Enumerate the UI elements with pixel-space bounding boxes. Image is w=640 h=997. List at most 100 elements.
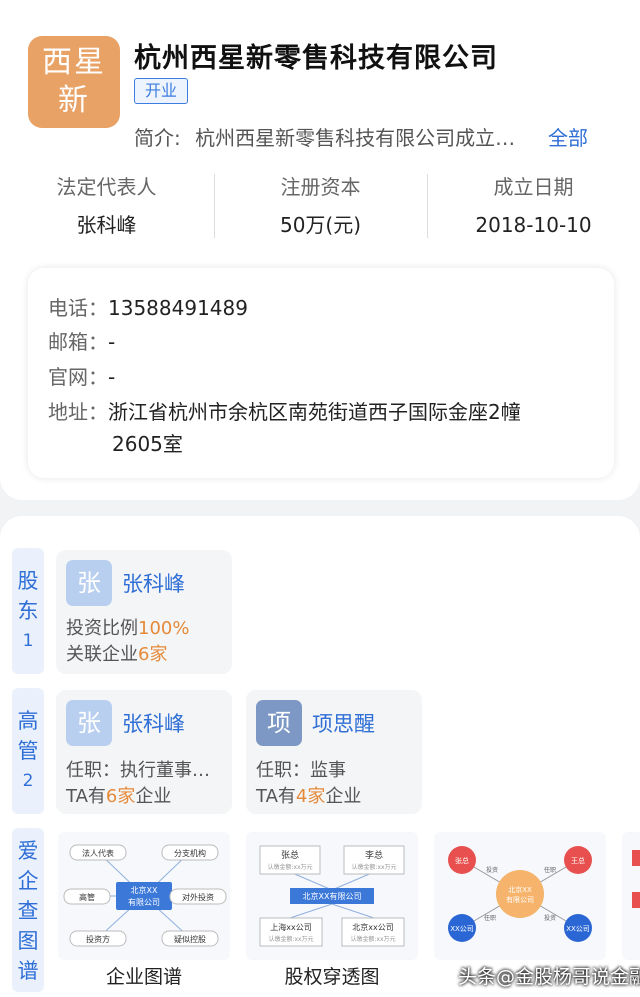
logo-line-1: 西星 xyxy=(42,45,106,80)
equity-node-label: 张总 xyxy=(281,849,299,861)
relation-edge-label: 投资 xyxy=(544,914,556,922)
related-count: 6家 xyxy=(138,644,168,665)
legal-rep-label: 法定代表人 xyxy=(56,175,157,199)
email-row: 邮箱：- xyxy=(48,326,115,355)
tab-shareholders-char-2: 东 xyxy=(17,599,39,623)
relation-graph-thumbnail[interactable]: 北京XX 有限公司 张总 王总 XX公司 XX公司 投资 任职 任职 投资 xyxy=(434,832,606,960)
tab-executives-char-1: 高 xyxy=(17,709,39,733)
company-name: 杭州西星新零售科技有限公司 xyxy=(134,43,498,74)
tab-executives-char-2: 管 xyxy=(17,739,39,763)
address-line-2: 2605室 xyxy=(112,432,183,456)
capital-label: 注册资本 xyxy=(280,175,361,199)
executive-count: 2 xyxy=(22,771,34,791)
equity-node-sub: 认缴金额:xx万元 xyxy=(267,863,312,871)
website-label: 官网： xyxy=(48,365,108,389)
equity-graph-caption[interactable]: 股权穿透图 xyxy=(246,962,418,989)
address-row[interactable]: 地址：浙江省杭州市余杭区南苑街道西子国际金座2幢 xyxy=(48,396,521,425)
tab-graph-char-5: 谱 xyxy=(17,959,39,983)
more-graph-diagram xyxy=(632,850,640,908)
status-badge: 开业 xyxy=(134,78,188,104)
tab-shareholders[interactable]: 股 东 1 xyxy=(12,548,44,674)
tab-graph-char-3: 查 xyxy=(17,899,39,923)
companies-prefix: TA有 xyxy=(256,786,296,807)
legal-rep-value: 张科峰 xyxy=(76,213,137,237)
company-header-card: 西星 新 杭州西星新零售科技有限公司 开业 简介: 杭州西星新零售科技有限公司成… xyxy=(0,0,640,500)
capital-col: 注册资本 50万(元) xyxy=(214,170,427,246)
tab-graph-char-1: 爱 xyxy=(17,839,39,863)
relation-edge-label: 投资 xyxy=(486,866,498,874)
investment-ratio: 投资比例100% xyxy=(66,614,189,640)
relation-center-label: 北京XX xyxy=(508,885,532,894)
executive-name[interactable]: 项思醒 xyxy=(312,708,375,738)
avatar: 张 xyxy=(66,700,112,746)
related-label: 关联企业 xyxy=(66,644,138,665)
graph-node-label: 对外投资 xyxy=(182,892,214,902)
executive-role: 任职：监事 xyxy=(256,760,346,781)
ratio-label: 投资比例 xyxy=(66,618,138,639)
equity-graph-thumbnail[interactable]: 张总 认缴金额:xx万元 李总 认缴金额:xx万元 北京XX有限公司 上海xx公… xyxy=(246,832,418,960)
equity-node-sub: 认缴金额:xx万元 xyxy=(350,935,395,943)
email-label: 邮箱： xyxy=(48,330,108,354)
enterprise-graph-thumbnail[interactable]: 北京XX 有限公司 法人代表 分支机构 高管 对外投资 投资方 疑似控股 xyxy=(58,832,230,960)
ratio-value: 100% xyxy=(138,618,190,639)
equity-node-label: 北京xx公司 xyxy=(352,922,393,932)
shareholder-count: 1 xyxy=(22,631,34,651)
executive-name[interactable]: 张科峰 xyxy=(122,708,185,738)
tab-shareholders-char-1: 股 xyxy=(17,569,39,593)
graph-node-label: 疑似控股 xyxy=(174,934,206,944)
executive-card[interactable]: 项 项思醒 任职：监事 TA有4家企业 xyxy=(246,690,422,814)
relation-node-label: 王总 xyxy=(571,856,585,865)
watermark-text: 头条@金股杨哥说金融 xyxy=(458,966,640,988)
graph-center-label: 有限公司 xyxy=(128,897,160,907)
intro-more-link[interactable]: 全部 xyxy=(548,122,588,151)
companies-count: 6家 xyxy=(105,786,136,807)
relations-card: 股 东 1 张 张科峰 投资比例100% 关联企业6家 高 管 2 张 张科峰 … xyxy=(0,516,640,997)
logo-line-2: 新 xyxy=(58,83,90,118)
equity-node-sub: 认缴金额:xx万元 xyxy=(351,863,396,871)
basic-info-row: 法定代表人 张科峰 注册资本 50万(元) 成立日期 2018-10-10 xyxy=(0,170,640,246)
companies-prefix: TA有 xyxy=(66,786,106,807)
related-companies: 关联企业6家 xyxy=(66,640,167,666)
legal-rep-col[interactable]: 法定代表人 张科峰 xyxy=(0,170,213,246)
enterprise-graph-caption[interactable]: 企业图谱 xyxy=(58,962,230,989)
address-label: 地址： xyxy=(48,400,108,424)
equity-graph-diagram: 张总 认缴金额:xx万元 李总 认缴金额:xx万元 北京XX有限公司 上海xx公… xyxy=(259,845,405,947)
phone-row[interactable]: 电话：13588491489 xyxy=(48,292,248,321)
relation-graph-diagram: 北京XX 有限公司 张总 王总 XX公司 XX公司 投资 任职 任职 投资 xyxy=(448,846,592,942)
executive-companies: TA有6家企业 xyxy=(66,782,171,808)
website-row: 官网：- xyxy=(48,361,115,390)
relation-node-label: XX公司 xyxy=(566,925,590,933)
graph-node-label: 分支机构 xyxy=(174,848,206,858)
companies-count: 4家 xyxy=(295,786,326,807)
intro-text: 杭州西星新零售科技有限公司成立… xyxy=(195,126,516,150)
tab-graph-char-4: 图 xyxy=(17,929,39,953)
graph-center-label: 北京XX xyxy=(131,885,158,895)
tab-aiqicha-graph[interactable]: 爱 企 查 图 谱 xyxy=(12,828,44,992)
shareholder-card[interactable]: 张 张科峰 投资比例100% 关联企业6家 xyxy=(56,550,232,674)
graph-node-label: 高管 xyxy=(79,892,95,902)
executive-card[interactable]: 张 张科峰 任职：执行董事… TA有6家企业 xyxy=(56,690,232,814)
phone-value: 13588491489 xyxy=(108,296,248,320)
email-value: - xyxy=(108,330,116,354)
contact-box: 电话：13588491489 邮箱：- 官网：- 地址：浙江省杭州市余杭区南苑街… xyxy=(28,268,614,478)
enterprise-graph-diagram: 北京XX 有限公司 法人代表 分支机构 高管 对外投资 投资方 疑似控股 xyxy=(63,844,227,947)
equity-node-sub: 认缴金额:xx万元 xyxy=(268,935,313,943)
intro-label: 简介: xyxy=(134,126,181,150)
companies-suffix: 企业 xyxy=(135,786,172,807)
avatar: 张 xyxy=(66,560,112,606)
avatar: 项 xyxy=(256,700,302,746)
website-value: - xyxy=(108,365,116,389)
equity-node-label: 李总 xyxy=(365,849,383,861)
equity-node-label: 上海xx公司 xyxy=(270,922,311,932)
phone-label: 电话： xyxy=(48,296,108,320)
capital-value: 50万(元) xyxy=(279,213,362,237)
more-graph-thumbnail[interactable] xyxy=(622,832,640,960)
tab-executives[interactable]: 高 管 2 xyxy=(12,688,44,814)
company-intro: 简介: 杭州西星新零售科技有限公司成立… xyxy=(134,122,515,151)
relation-center-label: 有限公司 xyxy=(506,895,534,904)
graph-node-label: 法人代表 xyxy=(82,848,114,858)
equity-center-label: 北京XX有限公司 xyxy=(303,891,362,901)
founded-value: 2018-10-10 xyxy=(475,213,592,237)
shareholder-name[interactable]: 张科峰 xyxy=(122,568,185,598)
address-line-1: 浙江省杭州市余杭区南苑街道西子国际金座2幢 xyxy=(108,400,521,424)
